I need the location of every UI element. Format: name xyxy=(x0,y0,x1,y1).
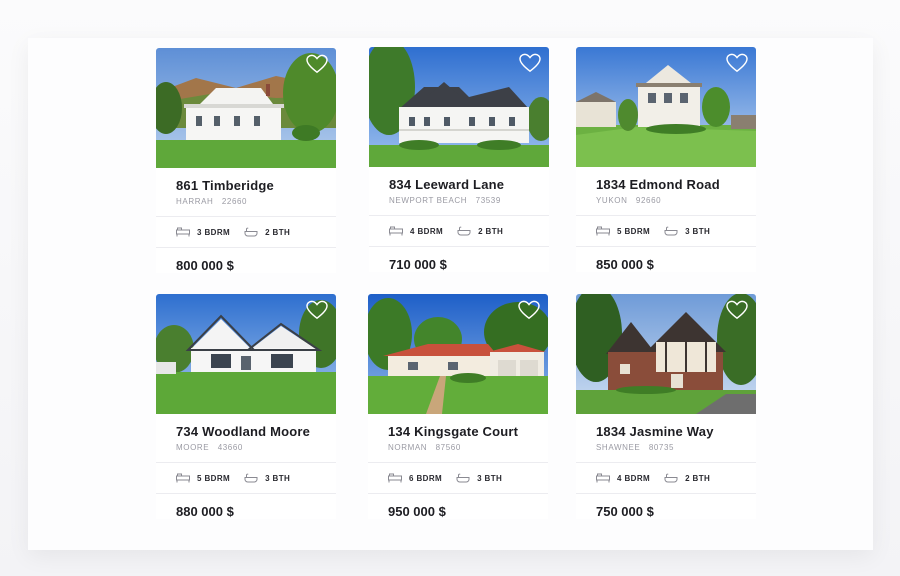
listing-address[interactable]: 734 Woodland Moore xyxy=(176,424,316,439)
bathrooms-count: 3 BTH xyxy=(265,473,291,483)
listing-price: 710 000 $ xyxy=(389,257,447,272)
listing-zip: 92660 xyxy=(635,196,662,205)
listing-specs: 5 BDRM 3 BTH xyxy=(576,216,756,246)
listing-info: 1834 Edmond Road YUKON 92660 xyxy=(576,167,756,205)
bathrooms-count: 3 BTH xyxy=(685,226,711,236)
listing-photo[interactable] xyxy=(368,294,548,414)
bathrooms-spec: 2 BTH xyxy=(244,227,290,237)
bathrooms-spec: 2 BTH xyxy=(664,473,710,483)
bathtub-icon xyxy=(664,473,678,483)
listing-address[interactable]: 134 Kingsgate Court xyxy=(388,424,528,439)
listing-price: 880 000 $ xyxy=(176,504,234,519)
listing-photo[interactable] xyxy=(156,294,336,414)
bedrooms-spec: 6 BDRM xyxy=(388,473,442,483)
listing-card[interactable]: 1834 Jasmine Way SHAWNEE 80735 4 BDRM 2 … xyxy=(576,294,756,519)
bathtub-icon xyxy=(456,473,470,483)
listing-info: 861 Timberidge HARRAH 22660 xyxy=(156,168,336,206)
heart-outline-icon[interactable] xyxy=(306,300,328,320)
listing-location: YUKON 92660 xyxy=(596,196,736,205)
listing-location: MOORE 43660 xyxy=(176,443,316,452)
bathrooms-spec: 3 BTH xyxy=(244,473,290,483)
listing-info: 1834 Jasmine Way SHAWNEE 80735 xyxy=(576,414,756,452)
listing-location: HARRAH 22660 xyxy=(176,197,316,206)
listing-address[interactable]: 1834 Jasmine Way xyxy=(596,424,736,439)
heart-outline-icon[interactable] xyxy=(726,53,748,73)
bathtub-icon xyxy=(244,227,258,237)
listing-zip: 43660 xyxy=(217,443,243,452)
listing-price: 750 000 $ xyxy=(596,504,654,519)
listing-price: 800 000 $ xyxy=(176,258,234,273)
listing-location: SHAWNEE 80735 xyxy=(596,443,736,452)
listing-card[interactable]: 861 Timberidge HARRAH 22660 3 BDRM 2 BTH… xyxy=(156,48,336,273)
listing-city: NORMAN xyxy=(388,443,428,452)
bedrooms-count: 4 BDRM xyxy=(617,473,651,483)
bedrooms-spec: 3 BDRM xyxy=(176,227,230,237)
bed-icon xyxy=(176,227,190,237)
listing-city: MOORE xyxy=(176,443,210,452)
listing-specs: 4 BDRM 2 BTH xyxy=(369,216,549,246)
bed-icon xyxy=(389,226,403,236)
listing-photo[interactable] xyxy=(156,48,336,168)
listing-specs: 5 BDRM 3 BTH xyxy=(156,463,336,493)
listing-photo[interactable] xyxy=(369,47,549,167)
bedrooms-spec: 5 BDRM xyxy=(596,226,650,236)
bathtub-icon xyxy=(457,226,471,236)
bedrooms-count: 4 BDRM xyxy=(410,226,444,236)
listing-city: HARRAH xyxy=(176,197,214,206)
listing-zip: 87560 xyxy=(435,443,461,452)
heart-outline-icon[interactable] xyxy=(306,54,328,74)
bed-icon xyxy=(176,473,190,483)
listing-zip: 80735 xyxy=(648,443,675,452)
listing-city: YUKON xyxy=(596,196,628,205)
bed-icon xyxy=(596,473,610,483)
bathrooms-spec: 3 BTH xyxy=(664,226,710,236)
listing-address[interactable]: 861 Timberidge xyxy=(176,178,316,193)
bed-icon xyxy=(596,226,610,236)
listing-zip: 73539 xyxy=(475,196,501,205)
listing-specs: 6 BDRM 3 BTH xyxy=(368,463,548,493)
listing-city: SHAWNEE xyxy=(596,443,641,452)
heart-outline-icon[interactable] xyxy=(518,300,540,320)
listing-info: 134 Kingsgate Court NORMAN 87560 xyxy=(368,414,548,452)
bathrooms-count: 2 BTH xyxy=(478,226,504,236)
bathtub-icon xyxy=(664,226,678,236)
bathtub-icon xyxy=(244,473,258,483)
listing-specs: 4 BDRM 2 BTH xyxy=(576,463,756,493)
heart-outline-icon[interactable] xyxy=(519,53,541,73)
listing-info: 834 Leeward Lane NEWPORT BEACH 73539 xyxy=(369,167,549,205)
bedrooms-spec: 4 BDRM xyxy=(596,473,650,483)
listing-location: NEWPORT BEACH 73539 xyxy=(389,196,529,205)
bedrooms-count: 5 BDRM xyxy=(617,226,651,236)
bathrooms-spec: 2 BTH xyxy=(457,226,503,236)
listing-address[interactable]: 834 Leeward Lane xyxy=(389,177,529,192)
listing-card[interactable]: 134 Kingsgate Court NORMAN 87560 6 BDRM … xyxy=(368,294,548,519)
listing-address[interactable]: 1834 Edmond Road xyxy=(596,177,736,192)
listing-price: 950 000 $ xyxy=(388,504,446,519)
bedrooms-count: 5 BDRM xyxy=(197,473,231,483)
bathrooms-count: 3 BTH xyxy=(477,473,503,483)
listing-photo[interactable] xyxy=(576,294,756,414)
heart-outline-icon[interactable] xyxy=(726,300,748,320)
listing-location: NORMAN 87560 xyxy=(388,443,528,452)
bedrooms-spec: 4 BDRM xyxy=(389,226,443,236)
listing-price: 850 000 $ xyxy=(596,257,654,272)
listing-photo[interactable] xyxy=(576,47,756,167)
listing-card[interactable]: 834 Leeward Lane NEWPORT BEACH 73539 4 B… xyxy=(369,47,549,272)
bedrooms-spec: 5 BDRM xyxy=(176,473,230,483)
bedrooms-count: 6 BDRM xyxy=(409,473,443,483)
bed-icon xyxy=(388,473,402,483)
listing-city: NEWPORT BEACH xyxy=(389,196,468,205)
bedrooms-count: 3 BDRM xyxy=(197,227,231,237)
listing-zip: 22660 xyxy=(221,197,248,206)
listing-card[interactable]: 734 Woodland Moore MOORE 43660 5 BDRM 3 … xyxy=(156,294,336,519)
bathrooms-count: 2 BTH xyxy=(685,473,711,483)
bathrooms-spec: 3 BTH xyxy=(456,473,502,483)
listing-info: 734 Woodland Moore MOORE 43660 xyxy=(156,414,336,452)
listing-specs: 3 BDRM 2 BTH xyxy=(156,217,336,247)
bathrooms-count: 2 BTH xyxy=(265,227,291,237)
listing-card[interactable]: 1834 Edmond Road YUKON 92660 5 BDRM 3 BT… xyxy=(576,47,756,272)
